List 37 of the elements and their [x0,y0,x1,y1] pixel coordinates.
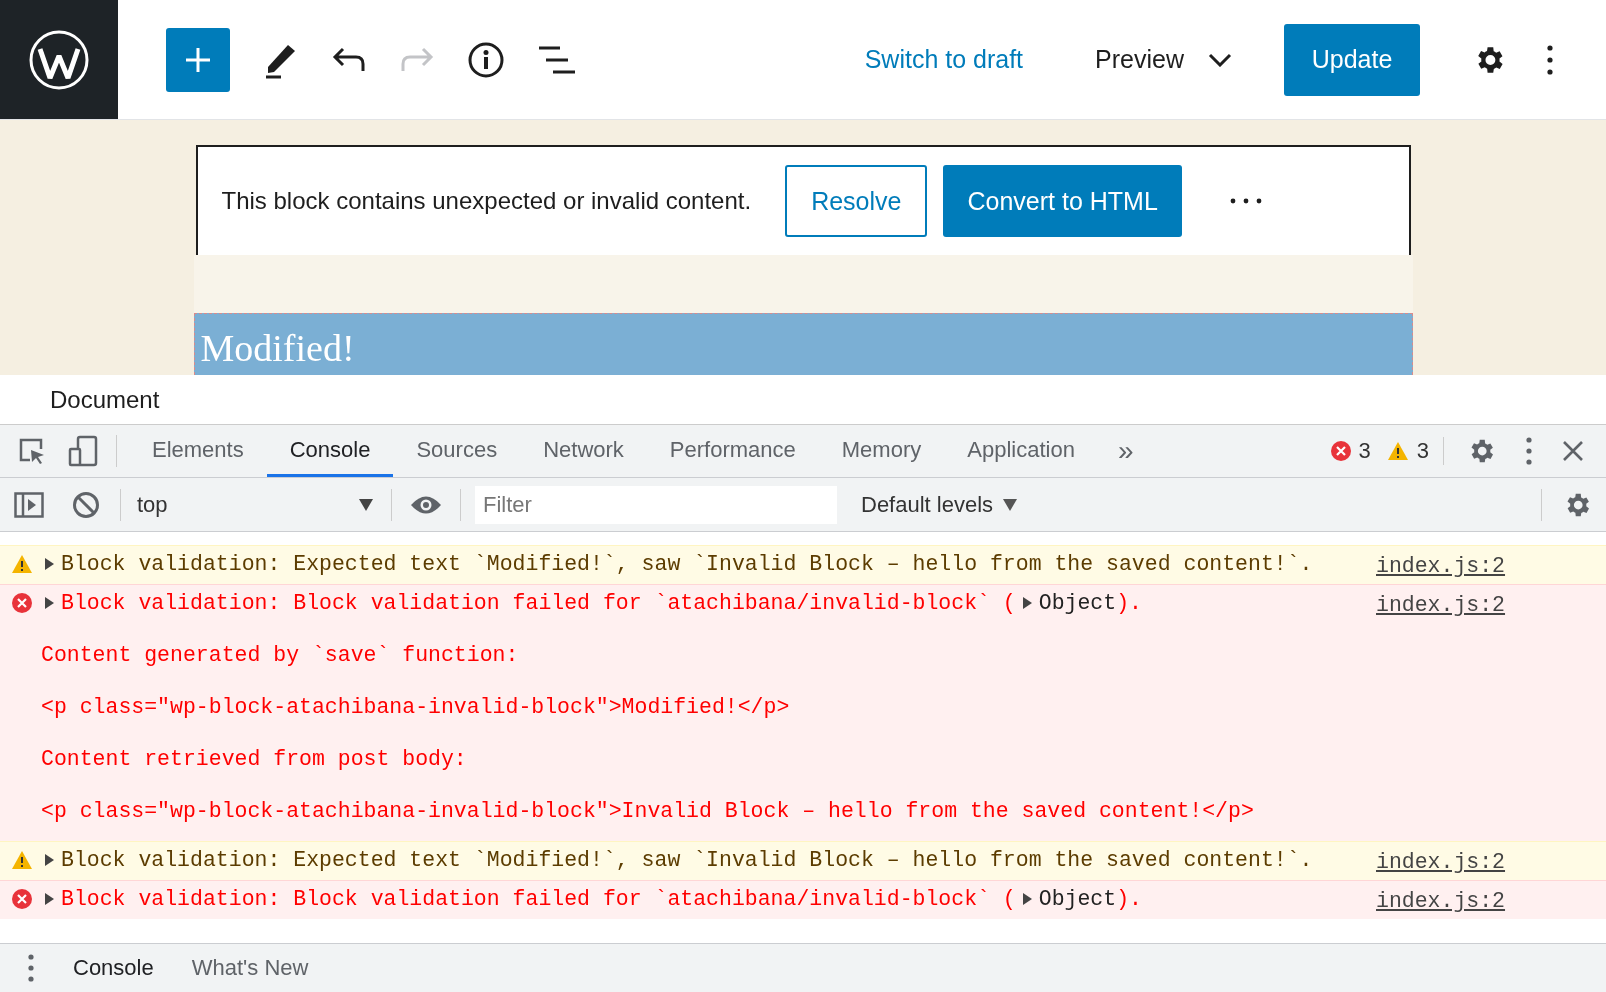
drawer-tab[interactable]: Console [54,955,173,981]
console-message: Block validation: Block validation failed for `atachibana/invalid-block` ( [61,887,1016,911]
console-message: <p class="wp-block-atachibana-invalid-block">Modified!</p> [41,695,790,719]
devtools-tab[interactable]: Elements [129,425,267,477]
source-link[interactable]: index.js:2 [1376,881,1516,919]
context-select[interactable]: top [121,491,391,518]
switch-to-draft-link[interactable]: Switch to draft [864,45,1024,74]
filter-field[interactable]: Filter [475,485,837,524]
devtools-tab[interactable]: Memory [818,425,945,477]
preview-button[interactable]: Preview [1095,45,1232,74]
console-message: ). [1116,591,1142,615]
resolve-button[interactable]: Resolve [785,165,928,237]
console-message: Block validation: Expected text `Modified!`, saw `Invalid Block – hello from the saved content!`. [61,552,1313,576]
source-link[interactable]: index.js:2 [1376,842,1516,880]
more-tabs-button[interactable]: » [1097,425,1154,477]
console-message: Block validation: Block validation failed for `atachibana/invalid-block` ( [61,591,1016,615]
update-button[interactable]: Update [1284,23,1420,96]
sidebar-header: Document [50,385,160,414]
source-link[interactable]: index.js:2 [1376,585,1516,623]
devtools-tab[interactable]: Performance [646,425,819,477]
console-message: Block validation: Expected text `Modified!`, saw `Invalid Block – hello from the saved content!`. [61,848,1313,872]
console-message: ). [1116,887,1142,911]
log-levels-dropdown[interactable]: Default levels [855,490,1024,519]
error-count[interactable]: 3 [1358,438,1371,464]
warning-message: This block contains unexpected or invalid content. [221,187,752,215]
devtools-tab[interactable]: Network [520,425,647,477]
object-label[interactable]: Object [1038,591,1117,615]
console-message: Content generated by `save` function: [41,643,519,667]
warning-count[interactable]: 3 [1416,438,1429,464]
source-link[interactable]: index.js:2 [1376,546,1516,584]
object-label[interactable]: Object [1038,887,1117,911]
convert-button[interactable]: Convert to HTML [943,165,1182,237]
drawer-tab[interactable]: What's New [172,955,328,981]
devtools-tab[interactable]: Sources [393,425,521,477]
console-message: Content retrieved from post body: [41,747,467,771]
console-message: <p class="wp-block-atachibana-invalid-block">Invalid Block – hello from the saved content!</p> [41,799,1254,823]
devtools-tab[interactable]: Application [944,425,1098,477]
